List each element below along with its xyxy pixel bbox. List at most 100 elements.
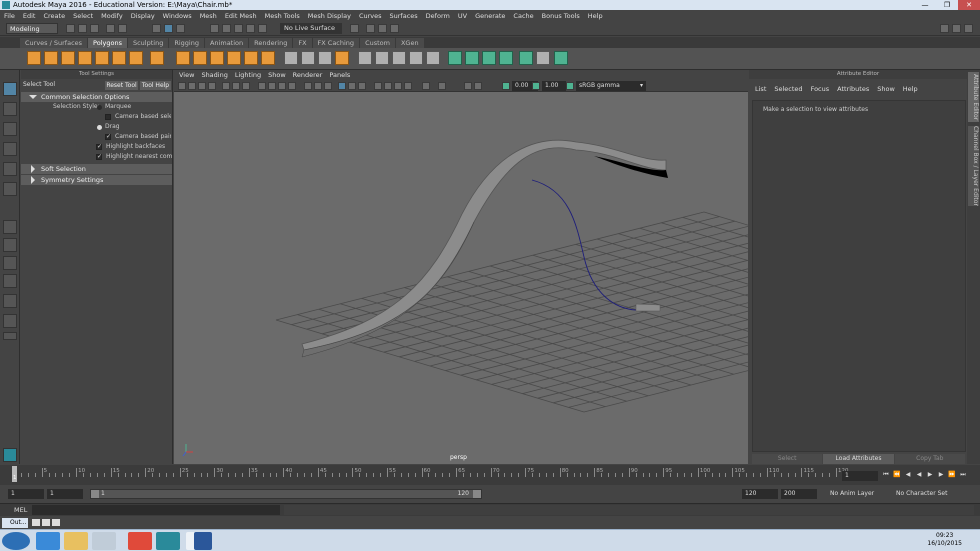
- poly-cube-icon[interactable]: [44, 51, 58, 65]
- internet-explorer-icon[interactable]: [36, 532, 60, 550]
- sew-uv-icon[interactable]: [554, 51, 568, 65]
- xray-icon[interactable]: [338, 82, 346, 90]
- render-settings-icon[interactable]: [390, 24, 399, 33]
- shadows-icon[interactable]: [324, 82, 332, 90]
- single-perspective-layout-icon[interactable]: [3, 220, 17, 234]
- marquee-radio[interactable]: [97, 105, 102, 110]
- open-scene-icon[interactable]: [78, 24, 87, 33]
- camera-based-selection-checkbox[interactable]: [105, 114, 111, 120]
- uv-layout-icon[interactable]: [3, 314, 17, 328]
- maximize-window-icon[interactable]: [42, 519, 50, 526]
- animation-end-field[interactable]: 200: [781, 489, 817, 499]
- tool-help-button[interactable]: Tool Help: [140, 81, 171, 90]
- maya-taskbar-icon[interactable]: [156, 532, 180, 550]
- playback-end-field[interactable]: 120: [742, 489, 778, 499]
- save-scene-icon[interactable]: [90, 24, 99, 33]
- poly-torus-icon[interactable]: [95, 51, 109, 65]
- menu-select[interactable]: Select: [73, 12, 93, 20]
- go-to-start-icon[interactable]: ⏮: [882, 471, 890, 479]
- lasso-tool-icon[interactable]: [3, 102, 17, 116]
- menu-create[interactable]: Create: [43, 12, 65, 20]
- more-layouts-icon[interactable]: [3, 332, 17, 340]
- tool-settings-toggle-icon[interactable]: [964, 24, 973, 33]
- mirror-icon[interactable]: [244, 51, 258, 65]
- step-back-frame-icon[interactable]: ◀: [904, 471, 912, 479]
- modeling-toolkit-icon[interactable]: [940, 24, 949, 33]
- gamma-toggle-icon[interactable]: [532, 82, 540, 90]
- platonic-solid-icon[interactable]: [150, 51, 164, 65]
- viewport-menu-renderer[interactable]: Renderer: [293, 71, 323, 79]
- combine-icon[interactable]: [176, 51, 190, 65]
- lights-icon[interactable]: [314, 82, 322, 90]
- uv-editor-icon[interactable]: [519, 51, 533, 65]
- select-hierarchy-icon[interactable]: [152, 24, 161, 33]
- wireframe-on-shaded-icon[interactable]: [288, 82, 296, 90]
- range-end-handle[interactable]: [473, 490, 481, 498]
- menu-bonus-tools[interactable]: Bonus Tools: [542, 12, 580, 20]
- snap-view-plane-icon[interactable]: [246, 24, 255, 33]
- range-slider-bar[interactable]: 1 120: [90, 489, 482, 499]
- start-button-icon[interactable]: [2, 532, 30, 550]
- cut-uv-icon[interactable]: [536, 51, 550, 65]
- depth-of-field-icon[interactable]: [404, 82, 412, 90]
- character-set-label[interactable]: No Character Set: [896, 490, 947, 497]
- taskbar-clock[interactable]: 09:23 16/10/2015: [927, 532, 962, 548]
- extrude-icon[interactable]: [335, 51, 349, 65]
- menu-mesh[interactable]: Mesh: [200, 12, 217, 20]
- shelf-tab-animation[interactable]: Animation: [204, 38, 249, 48]
- fill-hole-icon[interactable]: [392, 51, 406, 65]
- construction-history-icon[interactable]: [350, 24, 359, 33]
- scale-tool-icon[interactable]: [3, 182, 17, 196]
- anim-layer-label[interactable]: No Anim Layer: [830, 490, 874, 497]
- grid-toggle-icon[interactable]: [222, 82, 230, 90]
- shelf-tab-curves-surfaces[interactable]: Curves / Surfaces: [20, 38, 88, 48]
- boolean-icon[interactable]: [227, 51, 241, 65]
- color-management-icon[interactable]: [566, 82, 574, 90]
- menu-help[interactable]: Help: [588, 12, 603, 20]
- snap-curve-icon[interactable]: [222, 24, 231, 33]
- shelf-tab-fx-caching[interactable]: FX Caching: [312, 38, 360, 48]
- scene-canvas[interactable]: [174, 92, 748, 464]
- play-backwards-icon[interactable]: ◀: [915, 471, 923, 479]
- media-player-icon[interactable]: [92, 532, 116, 550]
- live-surface-field[interactable]: No Live Surface: [280, 23, 342, 34]
- rotate-tool-icon[interactable]: [3, 162, 17, 176]
- shelf-tab-polygons[interactable]: Polygons: [88, 38, 127, 48]
- motion-blur-icon[interactable]: [384, 82, 392, 90]
- hud-icon[interactable]: [438, 82, 446, 90]
- ae-menu-show[interactable]: Show: [877, 85, 895, 93]
- outliner-window-tab[interactable]: Out...: [2, 518, 28, 528]
- poly-plane-icon[interactable]: [112, 51, 126, 65]
- menu-mesh-tools[interactable]: Mesh Tools: [265, 12, 300, 20]
- playback-start-field[interactable]: 1: [47, 489, 83, 499]
- minimize-button[interactable]: —: [914, 0, 936, 10]
- exposure-toggle-icon[interactable]: [502, 82, 510, 90]
- paint-select-tool-icon[interactable]: [3, 122, 17, 136]
- poly-cylinder-icon[interactable]: [61, 51, 75, 65]
- resolution-gate-icon[interactable]: [242, 82, 250, 90]
- color-space-dropdown[interactable]: sRGB gamma ▾: [576, 81, 646, 91]
- animation-start-field[interactable]: 1: [8, 489, 44, 499]
- menu-deform[interactable]: Deform: [426, 12, 450, 20]
- wireframe-icon[interactable]: [258, 82, 266, 90]
- undo-icon[interactable]: [106, 24, 115, 33]
- viewport-menu-view[interactable]: View: [179, 71, 194, 79]
- textured-icon[interactable]: [304, 82, 312, 90]
- close-button[interactable]: ✕: [958, 0, 980, 10]
- menu-edit[interactable]: Edit: [23, 12, 36, 20]
- spherical-uv-icon[interactable]: [482, 51, 496, 65]
- drag-radio[interactable]: [97, 125, 102, 130]
- menu-mesh-display[interactable]: Mesh Display: [308, 12, 351, 20]
- poly-disc-icon[interactable]: [129, 51, 143, 65]
- film-gate-icon[interactable]: [232, 82, 240, 90]
- move-tool-icon[interactable]: [3, 142, 17, 156]
- shelf-tab-fx[interactable]: FX: [293, 38, 312, 48]
- restore-window-icon[interactable]: [32, 519, 40, 526]
- menu-display[interactable]: Display: [131, 12, 155, 20]
- step-forward-frame-icon[interactable]: ▶: [937, 471, 945, 479]
- range-start-handle[interactable]: [91, 490, 99, 498]
- hypershade-layout-icon[interactable]: [3, 294, 17, 308]
- bridge-icon[interactable]: [375, 51, 389, 65]
- select-object-icon[interactable]: [164, 24, 173, 33]
- render-frame-icon[interactable]: [366, 24, 375, 33]
